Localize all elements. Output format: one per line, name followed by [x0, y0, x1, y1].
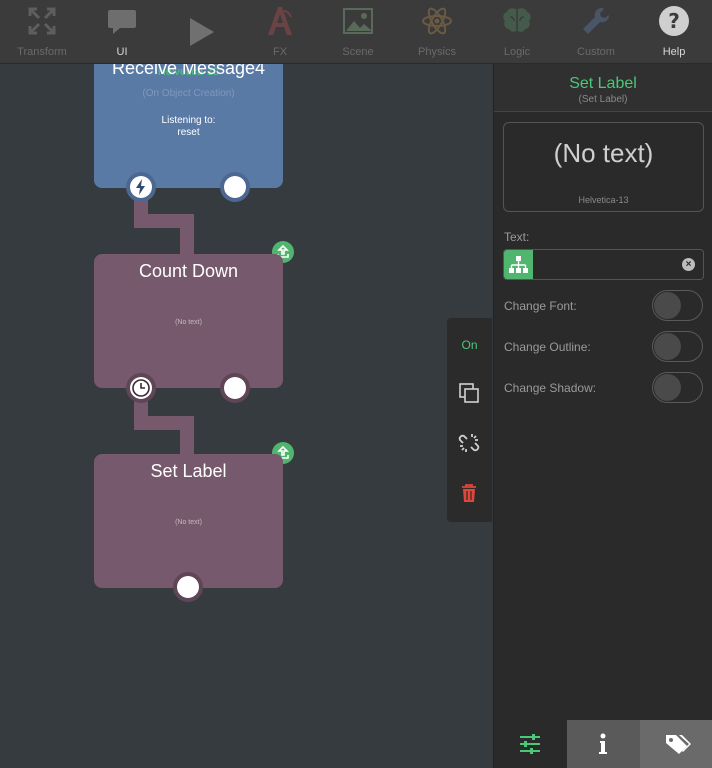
- toolbar-custom-label: Custom: [577, 46, 615, 58]
- preview-font: Helvetica-13: [578, 195, 629, 205]
- tab-tags[interactable]: [640, 720, 712, 768]
- lightning-icon: [136, 179, 145, 195]
- attribute-picker-button[interactable]: [504, 250, 533, 279]
- toolbar-ui-label: UI: [116, 46, 128, 58]
- info-icon: [599, 733, 607, 754]
- speech-bubble-icon: [108, 10, 136, 34]
- toolbar-custom[interactable]: Custom: [556, 0, 636, 64]
- wire: [180, 416, 194, 456]
- tab-info[interactable]: [567, 720, 640, 768]
- listening-label: Listening to:: [161, 115, 216, 126]
- panel-tabs: [494, 720, 712, 768]
- receive-message-node[interactable]: Helvetica-13 Receive Message4 (On Object…: [94, 64, 283, 188]
- node-text: (No text): [175, 519, 202, 526]
- change-font-toggle[interactable]: [652, 290, 703, 321]
- wrench-icon: [583, 7, 610, 34]
- toolbar-physics-label: Physics: [418, 46, 456, 58]
- fx-icon: [268, 7, 292, 35]
- image-icon: [343, 8, 373, 34]
- tab-settings[interactable]: [494, 720, 567, 768]
- toolbar-fx-label: FX: [272, 46, 288, 58]
- trash-icon[interactable]: [458, 482, 480, 504]
- clock-icon: [132, 379, 150, 397]
- toolbar-play[interactable]: [160, 0, 240, 64]
- top-toolbar: Transform UI FX Scene Physics Logic Cust…: [0, 0, 712, 64]
- count-down-node[interactable]: Count Down (No text): [94, 254, 283, 388]
- change-shadow-label: Change Shadow:: [504, 381, 597, 395]
- output-port[interactable]: [220, 373, 250, 403]
- node-title: Receive Message4: [111, 64, 266, 78]
- toolbar-transform-label: Transform: [17, 46, 67, 58]
- toolbar-logic-label: Logic: [503, 46, 531, 58]
- node-title: Count Down: [138, 261, 239, 281]
- hierarchy-icon: [509, 256, 528, 273]
- toolbar-fx[interactable]: FX: [240, 0, 320, 64]
- sliders-icon: [520, 734, 540, 754]
- change-outline-toggle[interactable]: [652, 331, 703, 362]
- change-shadow-toggle[interactable]: [652, 372, 703, 403]
- toolbar-transform[interactable]: Transform: [2, 0, 82, 64]
- logic-canvas[interactable]: Helvetica-13 Receive Message4 (On Object…: [0, 64, 493, 768]
- label-preview[interactable]: (No text) Helvetica-13: [503, 122, 704, 212]
- change-outline-label: Change Outline:: [504, 340, 591, 354]
- duplicate-icon[interactable]: [458, 382, 480, 404]
- toolbar-physics[interactable]: Physics: [397, 0, 477, 64]
- tags-icon: [666, 735, 691, 754]
- timer-port[interactable]: [126, 373, 156, 403]
- node-title: Set Label: [150, 461, 227, 481]
- unlink-icon[interactable]: [458, 432, 480, 454]
- text-label: Text:: [504, 230, 530, 244]
- output-port[interactable]: [220, 172, 250, 202]
- panel-title: Set Label: [569, 75, 637, 92]
- toolbar-help-label: Help: [662, 46, 686, 58]
- toolbar-help[interactable]: ? Help: [634, 0, 712, 64]
- node-text: (No text): [175, 319, 202, 326]
- play-icon: [190, 18, 214, 46]
- toolbar-ui[interactable]: UI: [82, 0, 162, 64]
- toolbar-scene-label: Scene: [342, 46, 374, 58]
- toolbar-logic[interactable]: Logic: [477, 0, 557, 64]
- set-label-node[interactable]: Set Label (No text): [94, 454, 283, 588]
- wire: [180, 214, 194, 256]
- toolbar-scene[interactable]: Scene: [318, 0, 398, 64]
- atom-icon: [422, 7, 452, 35]
- text-field[interactable]: ×: [503, 249, 704, 280]
- panel-header: Set Label (Set Label): [494, 64, 712, 112]
- preview-text: (No text): [553, 138, 654, 168]
- question-icon: ?: [659, 6, 689, 36]
- listening-value: reset: [177, 127, 200, 138]
- output-port[interactable]: [173, 572, 203, 602]
- node-subtitle: (On Object Creation): [142, 88, 235, 99]
- brain-icon: [503, 8, 531, 32]
- on-toggle[interactable]: On: [447, 338, 492, 352]
- svg-text:?: ?: [668, 9, 680, 33]
- change-font-label: Change Font:: [504, 299, 577, 313]
- trigger-port[interactable]: [126, 172, 156, 202]
- clear-icon[interactable]: ×: [682, 258, 695, 271]
- panel-subtitle: (Set Label): [578, 94, 628, 105]
- node-actions-toolbar: On: [447, 318, 492, 522]
- expand-arrows-icon: [28, 7, 56, 35]
- properties-panel: Set Label (Set Label) (No text) Helvetic…: [493, 64, 712, 768]
